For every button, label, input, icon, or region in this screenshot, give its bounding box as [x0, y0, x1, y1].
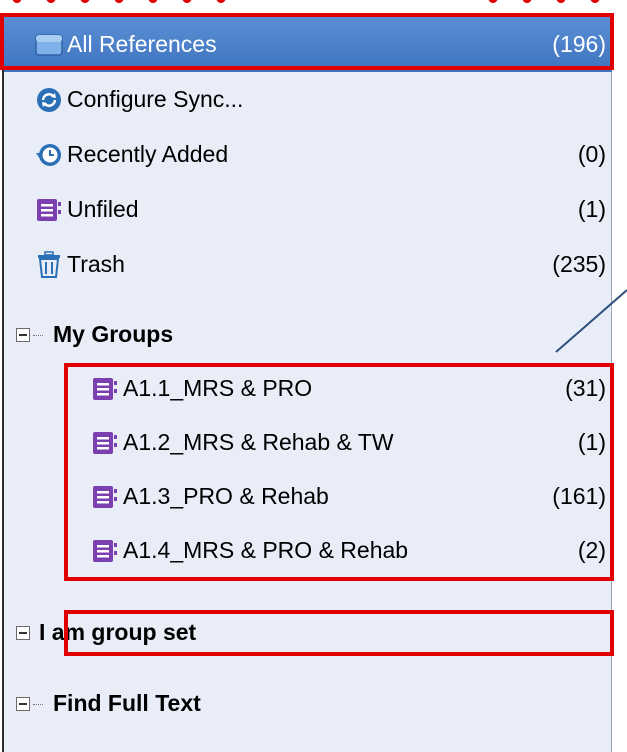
groups-panel: All References (196) Configure Sync... R…: [2, 13, 612, 752]
group-item[interactable]: A1.2_MRS & Rehab & TW (1): [4, 415, 612, 470]
recently-added-label: Recently Added: [67, 141, 229, 167]
find-full-text-header[interactable]: Find Full Text: [4, 676, 612, 731]
group-item[interactable]: A1.3_PRO & Rehab (161): [4, 469, 612, 524]
my-groups-label: My Groups: [53, 321, 174, 347]
configure-sync-item[interactable]: Configure Sync...: [4, 72, 612, 127]
group-count: (161): [552, 483, 606, 509]
top-marks: [0, 0, 627, 5]
group-icon: [90, 374, 120, 404]
recently-added-count: (0): [577, 141, 606, 167]
recently-added-icon: [34, 140, 64, 170]
group-set-label: I am group set: [39, 619, 197, 645]
group-set-header[interactable]: I am group set: [4, 605, 612, 660]
group-item[interactable]: A1.4_MRS & PRO & Rehab (2): [4, 523, 612, 578]
trash-icon: [34, 250, 64, 280]
unfiled-icon: [34, 195, 64, 225]
collapse-toggle-icon[interactable]: [16, 625, 30, 640]
trash-item[interactable]: Trash (235): [4, 237, 612, 292]
group-count: (2): [577, 537, 606, 563]
my-groups-header[interactable]: My Groups: [4, 307, 612, 362]
collapse-toggle-icon[interactable]: [16, 327, 30, 342]
tree-connector: [33, 703, 43, 705]
trash-count: (235): [552, 251, 606, 277]
group-count: (31): [565, 375, 606, 401]
trash-label: Trash: [67, 251, 125, 277]
group-label: A1.1_MRS & PRO: [123, 375, 313, 401]
find-full-text-label: Find Full Text: [53, 690, 201, 716]
unfiled-count: (1): [577, 196, 606, 222]
group-label: A1.3_PRO & Rehab: [123, 483, 329, 509]
scroll-gutter: [612, 13, 627, 752]
tree-connector: [33, 334, 43, 336]
sync-icon: [34, 85, 64, 115]
all-references-count: (196): [552, 31, 606, 57]
group-icon: [90, 428, 120, 458]
group-icon: [90, 482, 120, 512]
configure-sync-label: Configure Sync...: [67, 86, 244, 112]
all-references-label: All References: [67, 31, 217, 57]
group-icon: [90, 536, 120, 566]
all-references-icon: [34, 30, 64, 60]
recently-added-item[interactable]: Recently Added (0): [4, 127, 612, 182]
collapse-toggle-icon[interactable]: [16, 696, 30, 711]
group-item[interactable]: A1.1_MRS & PRO (31): [4, 361, 612, 416]
all-references-item[interactable]: All References (196): [4, 17, 612, 72]
unfiled-label: Unfiled: [67, 196, 139, 222]
group-label: A1.2_MRS & Rehab & TW: [123, 429, 394, 455]
group-count: (1): [577, 429, 606, 455]
group-label: A1.4_MRS & PRO & Rehab: [123, 537, 409, 563]
unfiled-item[interactable]: Unfiled (1): [4, 182, 612, 237]
